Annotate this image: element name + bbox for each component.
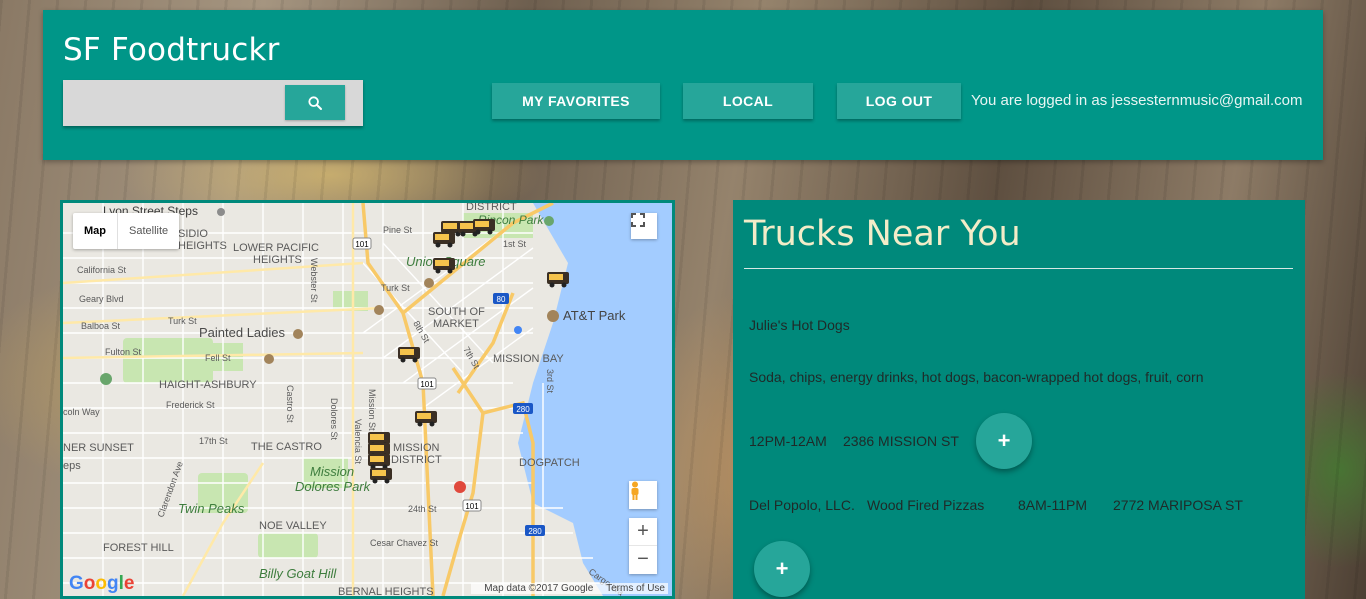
local-button[interactable]: LOCAL bbox=[683, 83, 813, 119]
truck-address: 2386 MISSION ST bbox=[843, 433, 959, 449]
logout-button[interactable]: LOG OUT bbox=[837, 83, 961, 119]
label-fulton-st: Fulton St bbox=[105, 347, 142, 357]
label-south-of-market-2: MARKET bbox=[433, 318, 479, 330]
truck-marker-icon[interactable] bbox=[398, 347, 420, 363]
truck-marker-icon[interactable] bbox=[547, 272, 569, 288]
park-area bbox=[123, 338, 213, 383]
trucks-panel: Trucks Near You Julie's Hot Dogs Soda, c… bbox=[733, 200, 1305, 599]
label-fell-st: Fell St bbox=[205, 353, 231, 363]
add-favorite-button[interactable]: + bbox=[754, 541, 810, 597]
label-california-st: California St bbox=[77, 265, 127, 275]
label-dolores-st: Dolores St bbox=[329, 398, 339, 441]
label-billy-goat-hill: Billy Goat Hill bbox=[259, 566, 337, 581]
svg-text:101: 101 bbox=[465, 502, 479, 511]
map[interactable]: 101 101 101 80 280 280 Lyon Street Steps… bbox=[60, 200, 675, 599]
label-mission-bay: MISSION BAY bbox=[493, 353, 564, 365]
label-presidio-heights: HEIGHTS bbox=[178, 240, 227, 252]
zoom-out-button[interactable]: − bbox=[629, 546, 657, 574]
label-the-castro: THE CASTRO bbox=[251, 441, 322, 453]
map-data-credit: Map data ©2017 Google bbox=[484, 583, 594, 594]
label-balboa-st: Balboa St bbox=[81, 321, 121, 331]
svg-text:80: 80 bbox=[497, 295, 506, 304]
fullscreen-button[interactable] bbox=[631, 213, 657, 239]
my-favorites-button[interactable]: MY FAVORITES bbox=[492, 83, 660, 119]
label-3rd-st: 3rd St bbox=[545, 369, 555, 394]
label-mission-district-2: DISTRICT bbox=[391, 454, 442, 466]
label-lincoln-way: coln Way bbox=[63, 407, 100, 417]
label-steps: eps bbox=[63, 460, 81, 472]
label-south-of-market: SOUTH OF bbox=[428, 306, 485, 318]
label-lower-pacific-heights: LOWER PACIFIC bbox=[233, 242, 319, 254]
label-mission-district: MISSION bbox=[393, 442, 440, 454]
truck-address: 2772 MARIPOSA ST bbox=[1113, 497, 1243, 513]
label-8th-st: 8th St bbox=[411, 319, 432, 345]
label-presidio: SIDIO bbox=[178, 228, 208, 240]
zoom-control: + − bbox=[629, 518, 657, 574]
label-forest-hill: FOREST HILL bbox=[103, 542, 174, 554]
label-castro-st: Castro St bbox=[285, 385, 295, 423]
app-header: SF Foodtruckr MY FAVORITES LOCAL LOG OUT… bbox=[43, 10, 1323, 160]
label-cesar-chavez-st: Cesar Chavez St bbox=[370, 538, 439, 548]
map-type-map-button[interactable]: Map bbox=[73, 213, 117, 249]
search-icon bbox=[308, 95, 322, 110]
truck-hours: 8AM-11PM bbox=[1018, 497, 1087, 513]
label-valencia-st: Valencia St bbox=[353, 419, 363, 464]
label-1st-st: 1st St bbox=[503, 239, 527, 249]
truck-marker-icon[interactable] bbox=[433, 258, 455, 274]
truck-food: Wood Fired Pizzas bbox=[867, 497, 985, 513]
street-view-button[interactable] bbox=[629, 481, 657, 509]
label-noe-valley: NOE VALLEY bbox=[259, 520, 327, 532]
login-status: You are logged in as jessesternmusic@gma… bbox=[971, 92, 1303, 109]
label-twin-peaks: Twin Peaks bbox=[178, 501, 245, 516]
add-favorite-button[interactable]: + bbox=[976, 413, 1032, 469]
truck-marker-icon[interactable] bbox=[370, 468, 392, 484]
search-box bbox=[63, 80, 363, 126]
map-attribution: Map data ©2017 Google Terms of Use bbox=[471, 583, 668, 594]
svg-text:280: 280 bbox=[528, 527, 542, 536]
truck-name: Del Popolo, LLC. bbox=[749, 497, 855, 513]
svg-text:280: 280 bbox=[516, 405, 530, 414]
label-mission-st: Mission St bbox=[367, 389, 377, 431]
label-pine-st: Pine St bbox=[383, 225, 413, 235]
map-type-control: Map Satellite bbox=[73, 213, 180, 249]
label-painted-ladies: Painted Ladies bbox=[199, 325, 286, 340]
truck-hours: 12PM-12AM bbox=[749, 433, 827, 449]
google-logo: Google bbox=[69, 573, 135, 594]
search-button[interactable] bbox=[285, 85, 345, 120]
map-type-satellite-button[interactable]: Satellite bbox=[117, 213, 179, 249]
app-title: SF Foodtruckr bbox=[63, 32, 280, 68]
panel-title: Trucks Near You bbox=[744, 214, 1021, 254]
truck-food: Soda, chips, energy drinks, hot dogs, ba… bbox=[749, 369, 1204, 385]
label-24th-st: 24th St bbox=[408, 504, 437, 514]
label-mission-dolores-park: Mission bbox=[310, 464, 354, 479]
label-frederick-st: Frederick St bbox=[166, 400, 215, 410]
fullscreen-icon bbox=[631, 213, 645, 227]
svg-text:101: 101 bbox=[355, 240, 369, 249]
divider bbox=[744, 268, 1293, 269]
label-haight-ashbury: HAIGHT-ASHBURY bbox=[159, 379, 257, 391]
park-area bbox=[258, 533, 318, 558]
label-geary-blvd: Geary Blvd bbox=[79, 294, 124, 304]
truck-marker-icon[interactable] bbox=[368, 454, 390, 470]
label-inner-sunset: NER SUNSET bbox=[63, 442, 134, 454]
search-input[interactable] bbox=[63, 80, 283, 126]
svg-text:101: 101 bbox=[420, 380, 434, 389]
label-dogpatch: DOGPATCH bbox=[519, 457, 580, 469]
label-lower-pacific-heights-2: HEIGHTS bbox=[253, 254, 302, 266]
pegman-icon bbox=[631, 481, 639, 500]
label-turk-st: Turk St bbox=[168, 316, 197, 326]
zoom-in-button[interactable]: + bbox=[629, 518, 657, 546]
label-mission-dolores-park-2: Dolores Park bbox=[295, 479, 372, 494]
label-turk-st-2: Turk St bbox=[381, 283, 410, 293]
truck-marker-icon[interactable] bbox=[433, 232, 455, 248]
label-bernal-heights: BERNAL HEIGHTS bbox=[338, 586, 434, 596]
label-webster-st: Webster St bbox=[309, 258, 319, 303]
label-att-park: AT&T Park bbox=[563, 308, 626, 323]
map-canvas[interactable]: 101 101 101 80 280 280 Lyon Street Steps… bbox=[63, 203, 672, 596]
label-district: DISTRICT bbox=[466, 203, 517, 213]
truck-name: Julie's Hot Dogs bbox=[749, 317, 850, 333]
label-17th-st: 17th St bbox=[199, 436, 228, 446]
terms-of-use-link[interactable]: Terms of Use bbox=[606, 583, 665, 594]
